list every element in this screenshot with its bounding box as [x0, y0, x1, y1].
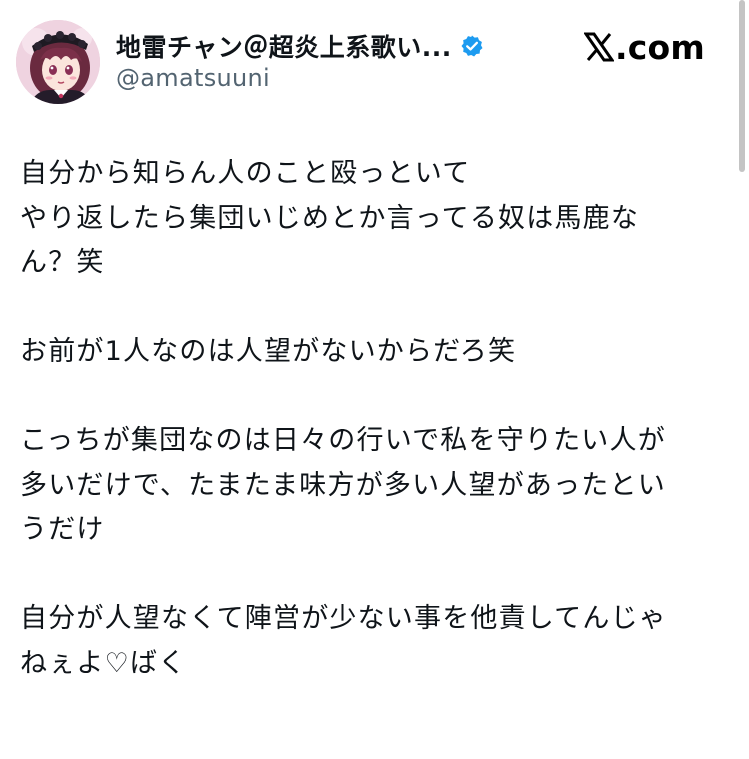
tweet-line: 自分から知らん人のこと殴っといて — [20, 158, 471, 189]
x-logo-icon — [583, 32, 615, 62]
anime-girl-avatar-icon — [16, 20, 100, 104]
tweet-line: 多いだけで、たまたま味方が多い人望があったとい — [20, 469, 666, 501]
avatar[interactable] — [16, 20, 100, 104]
tweet-line: お前が1人なのは人望がないからだろ笑 — [20, 336, 517, 367]
scrollbar[interactable] — [739, 0, 745, 172]
tweet-line: ん？笑 — [20, 247, 105, 278]
tweet-paragraph: こっちが集団なのは日々の行いで私を守りたい人が 多いだけで、たまたま味方が多い人… — [20, 419, 720, 553]
tweet-line: うだけ — [20, 514, 105, 545]
tweet-line: やり返したら集団いじめとか言ってる奴は馬鹿な — [20, 202, 640, 234]
tweet-paragraph: 自分から知らん人のこと殴っといて やり返したら集団いじめとか言ってる奴は馬鹿な … — [20, 152, 720, 286]
tweet-body: 自分から知らん人のこと殴っといて やり返したら集団いじめとか言ってる奴は馬鹿な … — [20, 152, 720, 686]
tweet-header: 地雷チャン＠超炎上系歌い... @amatsuuni .com — [0, 0, 749, 120]
display-name[interactable]: 地雷チャン＠超炎上系歌い... — [116, 28, 452, 64]
tweet-paragraph: 自分が人望なくて陣営が少ない事を他責してんじゃ ねぇよ♡ばく — [20, 597, 720, 686]
tweet-line: 自分が人望なくて陣営が少ない事を他責してんじゃ — [20, 603, 667, 634]
author-handle[interactable]: @amatsuuni — [116, 64, 270, 92]
tweet-paragraph: お前が1人なのは人望がないからだろ笑 — [20, 330, 720, 375]
brand-domain-text: .com — [615, 27, 705, 67]
tweet-line: ねぇよ♡ばく — [20, 647, 187, 679]
verified-badge-icon — [460, 34, 484, 58]
x-brand[interactable]: .com — [583, 26, 705, 68]
author-name-row: 地雷チャン＠超炎上系歌い... — [116, 26, 484, 66]
tweet-line: こっちが集団なのは日々の行いで私を守りたい人が — [20, 425, 666, 456]
